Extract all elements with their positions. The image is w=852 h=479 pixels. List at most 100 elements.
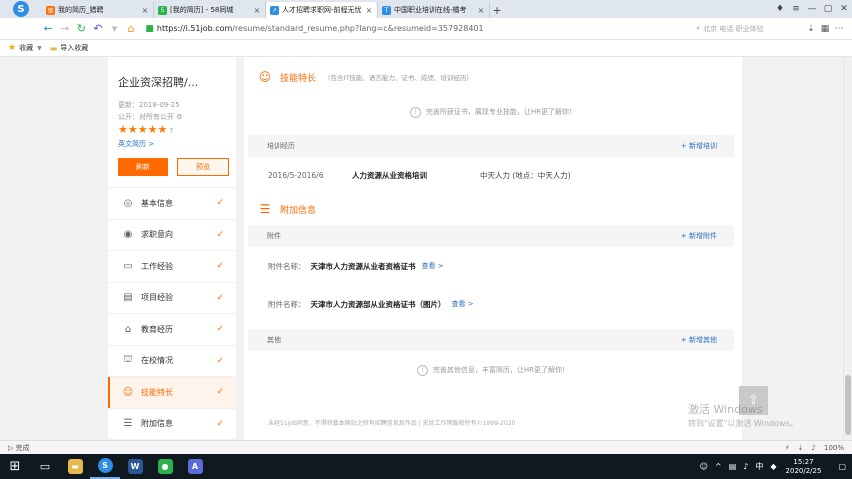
- word-icon[interactable]: W: [120, 454, 150, 479]
- close-icon[interactable]: ×: [477, 6, 485, 15]
- close-window-button[interactable]: ✕: [836, 4, 852, 14]
- url-field[interactable]: ■ https://i.51job.com/resume/standard_re…: [145, 24, 612, 34]
- sidebar-item-job-intention[interactable]: ◉ 求职意向 ✓: [108, 220, 236, 251]
- antivirus-icon[interactable]: ◆: [770, 462, 776, 471]
- system-clock[interactable]: 15:27 2020/2/25: [786, 458, 822, 476]
- info-icon: !: [416, 364, 428, 376]
- search-input[interactable]: ⌕ 北京 电话 职业体验: [696, 22, 804, 36]
- training-header-label: 培训经历: [267, 142, 295, 150]
- help-icon[interactable]: ?: [169, 127, 173, 135]
- minimize-button[interactable]: —: [804, 4, 820, 14]
- tab-training[interactable]: T 中国职业培训在线-橘考 ×: [378, 2, 490, 18]
- info-icon: !: [409, 106, 421, 118]
- undo-close-button[interactable]: ↶: [92, 22, 105, 35]
- check-icon: ✓: [216, 355, 224, 366]
- add-list-icon: ☰: [123, 418, 133, 430]
- sidebar-item-additional-info[interactable]: ☰ 附加信息 ✓: [108, 409, 236, 440]
- word-app-icon: W: [127, 459, 143, 474]
- zoom-level[interactable]: 100%: [824, 444, 844, 452]
- scrollbar[interactable]: [843, 57, 852, 440]
- add-list-icon: ☰: [259, 202, 271, 216]
- ime-icon[interactable]: 中: [755, 461, 763, 472]
- volume-icon[interactable]: ♪: [743, 462, 748, 471]
- sidebar-item-label: 求职意向: [141, 230, 173, 240]
- dropdown-icon[interactable]: ▾: [108, 22, 121, 35]
- wechat-icon[interactable]: ●: [150, 454, 180, 479]
- training-row[interactable]: 2016/5-2016/6 人力资源从业资格培训 中天人力 (地点：中天人力): [244, 157, 742, 193]
- sidebar-item-work-experience[interactable]: ▭ 工作经验 ✓: [108, 251, 236, 283]
- other-header: 其他 + 新增其他: [248, 329, 734, 351]
- preview-button[interactable]: 预览: [177, 158, 229, 176]
- browser-taskbar-icon[interactable]: S: [90, 454, 120, 479]
- close-icon[interactable]: ×: [141, 6, 149, 15]
- refresh-button[interactable]: 刷新: [118, 158, 168, 176]
- toolbar-tools: ⇣ ▦ ⋯: [804, 24, 846, 34]
- speed-icon[interactable]: ⚡: [785, 444, 790, 452]
- sidebar-item-label: 工作经验: [141, 261, 173, 271]
- file-explorer-icon[interactable]: ▬: [60, 454, 90, 479]
- sidebar-item-skills[interactable]: ☺ 技能特长 ✓: [108, 377, 236, 409]
- check-icon: ✓: [216, 198, 224, 209]
- check-icon: ✓: [216, 229, 224, 240]
- english-resume-link[interactable]: 英文简历 >: [108, 138, 236, 150]
- watermark-line1: 激活 Windows: [688, 403, 763, 416]
- view-attachment-link[interactable]: 查看 >: [422, 261, 444, 271]
- reload-button[interactable]: ↻: [75, 22, 88, 35]
- add-other-button[interactable]: + 新增其他: [681, 335, 717, 345]
- skin-icon[interactable]: ♦: [772, 4, 788, 14]
- new-tab-button[interactable]: +: [490, 2, 504, 18]
- favorites-menu[interactable]: ★ 收藏 ▼: [8, 43, 42, 53]
- extension-icon[interactable]: ▦: [818, 24, 832, 34]
- download-icon[interactable]: ⇣: [804, 24, 818, 34]
- windows-activation-watermark: 激活 Windows 转到"设置"以激活 Windows。: [688, 403, 798, 431]
- sidebar-item-basic-info[interactable]: ◎ 基本信息 ✓: [108, 188, 236, 220]
- status-text: ▷ 完成: [8, 443, 30, 453]
- windows-taskbar: ⊞ ▭ ▬ S W ● A ☺ ^ ▤ ♪ 中 ◆ 15:27 2020/2/2…: [0, 454, 852, 479]
- view-attachment-link[interactable]: 查看 >: [452, 299, 474, 309]
- scrollbar-thumb[interactable]: [845, 375, 851, 435]
- back-button[interactable]: ←: [42, 22, 55, 35]
- sound-icon[interactable]: ♪: [812, 444, 816, 452]
- browser-logo[interactable]: S: [0, 0, 42, 18]
- gear-icon[interactable]: ⚙: [176, 113, 182, 121]
- skills-section-header: ☺ 技能特长 （包含IT技能、语言能力、证书、成绩、培训经历）: [244, 57, 742, 97]
- check-icon: ✓: [216, 387, 224, 398]
- attachment-row: 附件名称： 天津市人力资源部从业资格证书（图片） 查看 >: [244, 285, 742, 323]
- import-favorites[interactable]: ▬ 导入收藏: [50, 43, 89, 53]
- maximize-button[interactable]: ▢: [820, 4, 836, 14]
- close-icon[interactable]: ×: [365, 6, 373, 15]
- menu-icon[interactable]: ≡: [788, 4, 804, 14]
- forward-button[interactable]: →: [59, 22, 72, 35]
- app-icon[interactable]: A: [180, 454, 210, 479]
- training-name: 人力资源从业资格培训: [352, 170, 427, 180]
- system-tray: ☺ ^ ▤ ♪ 中 ◆ 15:27 2020/2/25 ▢: [693, 458, 852, 476]
- add-training-button[interactable]: + 新增培训: [681, 141, 717, 151]
- attachment-name: 天津市人力资源部从业资格证书（图片）: [310, 299, 446, 309]
- tab-label: 人才招聘求职网-前程无忧: [282, 6, 362, 14]
- task-view-icon[interactable]: ▭: [30, 454, 60, 479]
- rating-stars: ★★★★★?: [108, 123, 236, 138]
- attachments-header: 附件 + 新增附件: [248, 225, 734, 247]
- sidebar-item-education[interactable]: ⌂ 教育经历 ✓: [108, 314, 236, 346]
- status-left-label: 完成: [15, 443, 30, 452]
- document-icon: ▤: [123, 292, 133, 304]
- network-icon[interactable]: ▤: [729, 462, 737, 471]
- windows-start-icon[interactable]: ⊞: [0, 454, 30, 479]
- notification-icon[interactable]: ▢: [838, 462, 846, 471]
- people-icon[interactable]: ☺: [700, 462, 708, 471]
- tab-51job[interactable]: ↗ 人才招聘求职网-前程无忧 ×: [266, 2, 378, 18]
- close-icon[interactable]: ×: [253, 6, 261, 15]
- more-icon[interactable]: ⋯: [832, 24, 846, 34]
- sidebar-item-school-activities[interactable]: ⛫ 在校情况 ✓: [108, 346, 236, 377]
- home-button[interactable]: ⌂: [125, 22, 138, 35]
- visibility[interactable]: 公开：对所有公开 ⚙: [108, 111, 236, 123]
- sidebar-item-project-experience[interactable]: ▤ 项目经验 ✓: [108, 283, 236, 314]
- chevron-up-icon[interactable]: ^: [715, 462, 722, 471]
- other-empty-tip: ! 完善其他信息，丰富简历，让HR更了解你！: [244, 351, 742, 389]
- skill-icon: ☺: [122, 386, 134, 398]
- download-icon[interactable]: ⇣: [798, 444, 804, 452]
- tab-favicon-icon: T: [382, 5, 391, 15]
- tab-liepin[interactable]: 猎 我的简历_猎聘 ×: [42, 2, 154, 18]
- add-attachment-button[interactable]: + 新增附件: [681, 231, 717, 241]
- tab-58[interactable]: 5 [我的简历] - 58同城 ×: [154, 2, 266, 18]
